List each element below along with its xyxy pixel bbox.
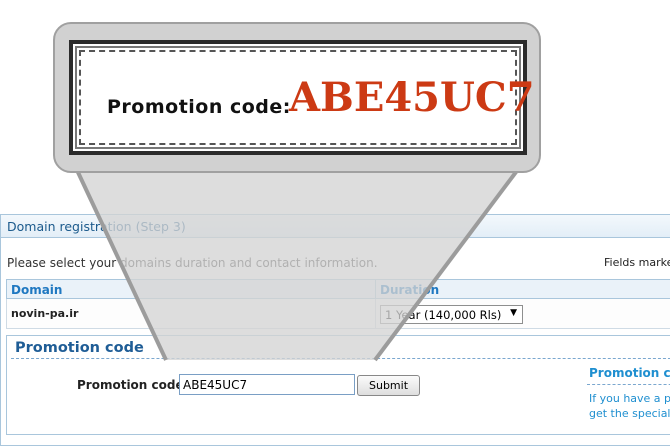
promotion-code-label: Promotion code	[77, 378, 184, 392]
dashed-divider	[11, 358, 670, 359]
fields-note: Fields marked	[604, 256, 670, 269]
table-cell-domain: novin-pa.ir	[6, 299, 376, 329]
promotion-code-input[interactable]	[179, 374, 355, 395]
instructions-text: Please select your domains duration and …	[7, 256, 378, 270]
help-line-2: get the special pr	[589, 407, 670, 420]
domain-registration-panel: Domain registration (Step 3) Please sele…	[0, 214, 670, 446]
panel-header: Domain registration (Step 3)	[1, 215, 670, 238]
table-cell-duration: 1 Year (140,000 Rls) ▼	[375, 299, 670, 329]
stamp-label: Promotion code:	[107, 96, 291, 118]
column-header-domain: Domain	[6, 279, 376, 299]
submit-button[interactable]: Submit	[357, 375, 420, 396]
domain-name: novin-pa.ir	[11, 307, 79, 320]
stamp-code: ABE45UC7	[289, 74, 535, 121]
duration-select-value: 1 Year (140,000 Rls)	[385, 308, 502, 322]
promotion-help-text: If you have a pro get the special pr	[589, 391, 670, 421]
help-divider	[587, 384, 670, 385]
help-line-1: If you have a pro	[589, 392, 670, 405]
promotion-stamp: Promotion code: ABE45UC7	[69, 40, 535, 155]
dropdown-arrow-icon[interactable]: ▼	[510, 308, 517, 318]
promotion-code-section: Promotion code Promotion code Submit Pro…	[6, 335, 670, 435]
column-header-duration: Duration	[375, 279, 670, 299]
magnifier-callout: Promotion code: ABE45UC7	[53, 22, 541, 173]
promotion-heading: Promotion code	[15, 340, 144, 356]
promotion-help-title: Promotion co	[589, 366, 670, 380]
panel-title: Domain registration (Step 3)	[7, 219, 186, 234]
duration-select[interactable]: 1 Year (140,000 Rls) ▼	[380, 305, 523, 324]
